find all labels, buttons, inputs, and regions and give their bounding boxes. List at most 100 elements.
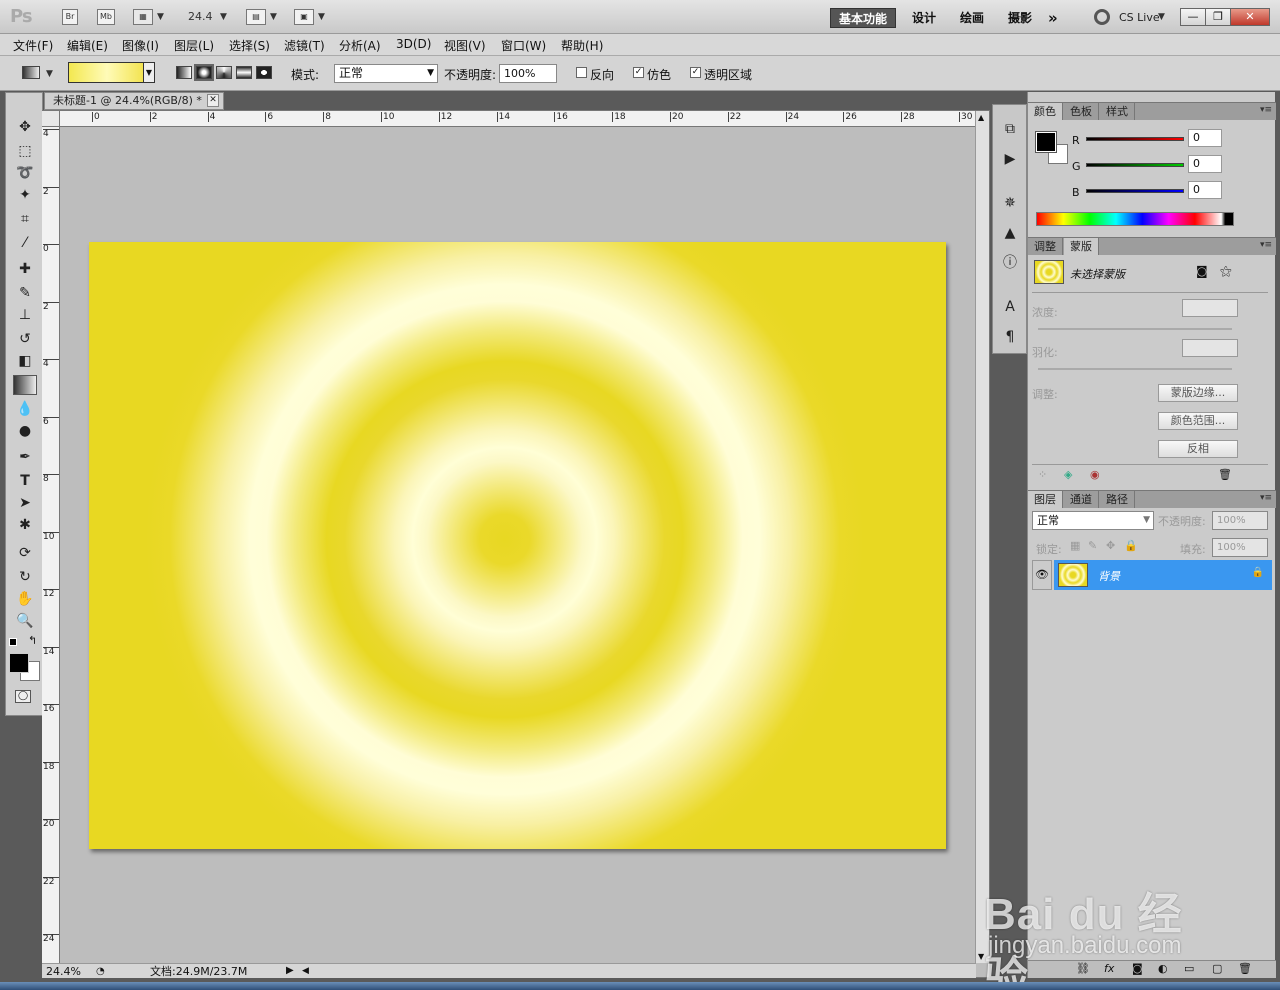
lock-position-icon[interactable]: ✥ <box>1106 539 1115 552</box>
screen-mode-icon[interactable]: ▣ <box>294 9 314 25</box>
info-panel-icon[interactable]: ⓘ <box>1000 253 1020 273</box>
angle-gradient-icon[interactable] <box>216 66 232 79</box>
reverse-checkbox[interactable] <box>576 67 587 78</box>
chevron-down-icon[interactable]: ▼ <box>46 69 53 79</box>
menu-edit[interactable]: 编辑(E) <box>67 37 108 54</box>
vector-mask-icon[interactable]: ⚝ <box>1220 264 1232 279</box>
actions-panel-icon[interactable]: ▶ <box>1000 149 1020 169</box>
lock-pixels-icon[interactable]: ✎ <box>1088 539 1097 552</box>
clone-stamp-icon[interactable]: ⊥ <box>13 305 37 325</box>
menu-window[interactable]: 窗口(W) <box>501 37 546 54</box>
history-panel-icon[interactable]: ⧉ <box>1000 119 1020 139</box>
mode-select[interactable]: 正常 ▼ <box>334 64 438 83</box>
color-range-button[interactable]: 颜色范围... <box>1158 412 1238 430</box>
gradient-dropdown-icon[interactable]: ▼ <box>143 62 155 83</box>
document-tab[interactable]: 未标题-1 @ 24.4%(RGB/8) * ✕ <box>44 92 224 110</box>
workspace-essentials[interactable]: 基本功能 <box>830 8 897 28</box>
chevron-down-icon[interactable]: ▼ <box>318 12 325 22</box>
close-button[interactable]: ✕ <box>1230 8 1270 26</box>
dither-checkbox[interactable]: ✓ <box>633 67 644 78</box>
tab-paths[interactable]: 路径 <box>1100 491 1135 508</box>
delete-mask-icon[interactable]: 🗑 <box>1218 468 1232 481</box>
menu-3d[interactable]: 3D(D) <box>396 37 431 51</box>
panel-menu-icon[interactable]: ▾≡ <box>1260 493 1272 503</box>
menu-help[interactable]: 帮助(H) <box>561 37 603 54</box>
blend-mode-select[interactable]: 正常 ▼ <box>1032 511 1154 530</box>
arrange-documents-icon[interactable]: ▤ <box>246 9 266 25</box>
lasso-tool-icon[interactable]: ➰ <box>13 163 37 183</box>
3d-rotate-icon[interactable]: ⟳ <box>13 543 37 563</box>
gradient-tool-preset-icon[interactable] <box>22 66 40 79</box>
reflected-gradient-icon[interactable] <box>236 66 252 79</box>
blur-tool-icon[interactable]: 💧 <box>13 399 37 419</box>
navigator-panel-icon[interactable]: ✵ <box>1000 193 1020 213</box>
scroll-left-icon[interactable]: ◀ <box>302 964 309 978</box>
minimize-button[interactable]: — <box>1180 8 1206 26</box>
custom-shape-icon[interactable]: ✱ <box>13 515 37 535</box>
ruler-horizontal[interactable]: 0 2 4 6 8 10 12 14 16 18 20 22 24 26 28 30 <box>60 111 975 127</box>
gradient-picker[interactable] <box>68 62 146 83</box>
invert-button[interactable]: 反相 <box>1158 440 1238 458</box>
fill-input[interactable]: 100% <box>1212 538 1268 557</box>
pixel-mask-icon[interactable]: ◙ <box>1196 264 1208 278</box>
default-colors-icon[interactable] <box>9 638 17 646</box>
chevron-down-icon[interactable]: ▼ <box>270 12 277 22</box>
3d-orbit-icon[interactable]: ↻ <box>13 567 37 587</box>
close-document-icon[interactable]: ✕ <box>207 94 219 107</box>
red-value[interactable]: 0 <box>1188 129 1222 147</box>
layer-row[interactable]: 背景 🔒 <box>1054 560 1272 590</box>
quick-mask-icon[interactable]: ◯ <box>15 690 31 703</box>
status-info-icon[interactable]: ◔ <box>96 965 105 979</box>
more-workspaces-button[interactable]: » <box>1040 8 1066 28</box>
brush-tool-icon[interactable]: ✎ <box>13 283 37 303</box>
cs-live-button[interactable]: CS Live <box>1119 11 1160 24</box>
scroll-up-icon[interactable]: ▲ <box>978 113 984 122</box>
crop-tool-icon[interactable]: ⌗ <box>13 209 37 229</box>
chevron-down-icon[interactable]: ▼ <box>1158 12 1165 22</box>
healing-brush-icon[interactable]: ✚ <box>13 259 37 279</box>
menu-file[interactable]: 文件(F) <box>13 37 53 54</box>
layer-name[interactable]: 背景 <box>1098 568 1120 584</box>
density-input[interactable] <box>1182 299 1238 317</box>
transparency-checkbox[interactable]: ✓ <box>690 67 701 78</box>
mask-edge-button[interactable]: 蒙版边缘... <box>1158 384 1238 402</box>
move-tool-icon[interactable]: ✥ <box>13 117 37 137</box>
disable-mask-icon[interactable]: ◉ <box>1090 468 1100 481</box>
visibility-eye-icon[interactable]: 👁 <box>1032 560 1052 590</box>
tab-color[interactable]: 颜色 <box>1028 103 1063 120</box>
tab-styles[interactable]: 样式 <box>1100 103 1135 120</box>
tab-adjustments[interactable]: 调整 <box>1028 238 1063 255</box>
load-selection-icon[interactable]: ⁘ <box>1038 468 1047 481</box>
color-spectrum-bar[interactable] <box>1036 212 1234 226</box>
linear-gradient-icon[interactable] <box>176 66 192 79</box>
magic-wand-icon[interactable]: ✦ <box>13 185 37 205</box>
eraser-tool-icon[interactable]: ◧ <box>13 351 37 371</box>
diamond-gradient-icon[interactable] <box>256 66 272 79</box>
density-slider[interactable] <box>1038 328 1232 330</box>
green-slider[interactable] <box>1086 163 1184 167</box>
layer-opacity-input[interactable]: 100% <box>1212 511 1268 530</box>
radial-gradient-icon[interactable] <box>196 66 212 79</box>
menu-layer[interactable]: 图层(L) <box>174 37 214 54</box>
mini-bridge-button[interactable]: Mb <box>97 9 115 25</box>
feather-input[interactable] <box>1182 339 1238 357</box>
delete-layer-icon[interactable]: 🗑 <box>1238 962 1252 975</box>
document-canvas[interactable] <box>89 242 946 849</box>
menu-filter[interactable]: 滤镜(T) <box>284 37 325 54</box>
chevron-down-icon[interactable]: ▼ <box>157 12 164 22</box>
feather-slider[interactable] <box>1038 368 1232 370</box>
tab-layers[interactable]: 图层 <box>1028 491 1063 508</box>
pen-tool-icon[interactable]: ✒ <box>13 447 37 467</box>
tab-masks[interactable]: 蒙版 <box>1064 238 1099 255</box>
restore-button[interactable]: ❐ <box>1205 8 1231 26</box>
lock-transparent-icon[interactable]: ▦ <box>1070 539 1080 552</box>
view-extras-icon[interactable]: ▦ <box>133 9 153 25</box>
marquee-tool-icon[interactable]: ⬚ <box>13 141 37 161</box>
opacity-input[interactable]: 100% <box>499 64 557 83</box>
ruler-vertical[interactable]: 4 2 0 2 4 6 8 10 12 14 16 18 20 22 24 <box>42 127 60 963</box>
workspace-photography[interactable]: 摄影 <box>1000 8 1040 28</box>
zoom-status[interactable]: 24.4% <box>46 965 81 979</box>
menu-select[interactable]: 选择(S) <box>229 37 270 54</box>
workspace-design[interactable]: 设计 <box>904 8 944 28</box>
hand-tool-icon[interactable]: ✋ <box>13 589 37 609</box>
